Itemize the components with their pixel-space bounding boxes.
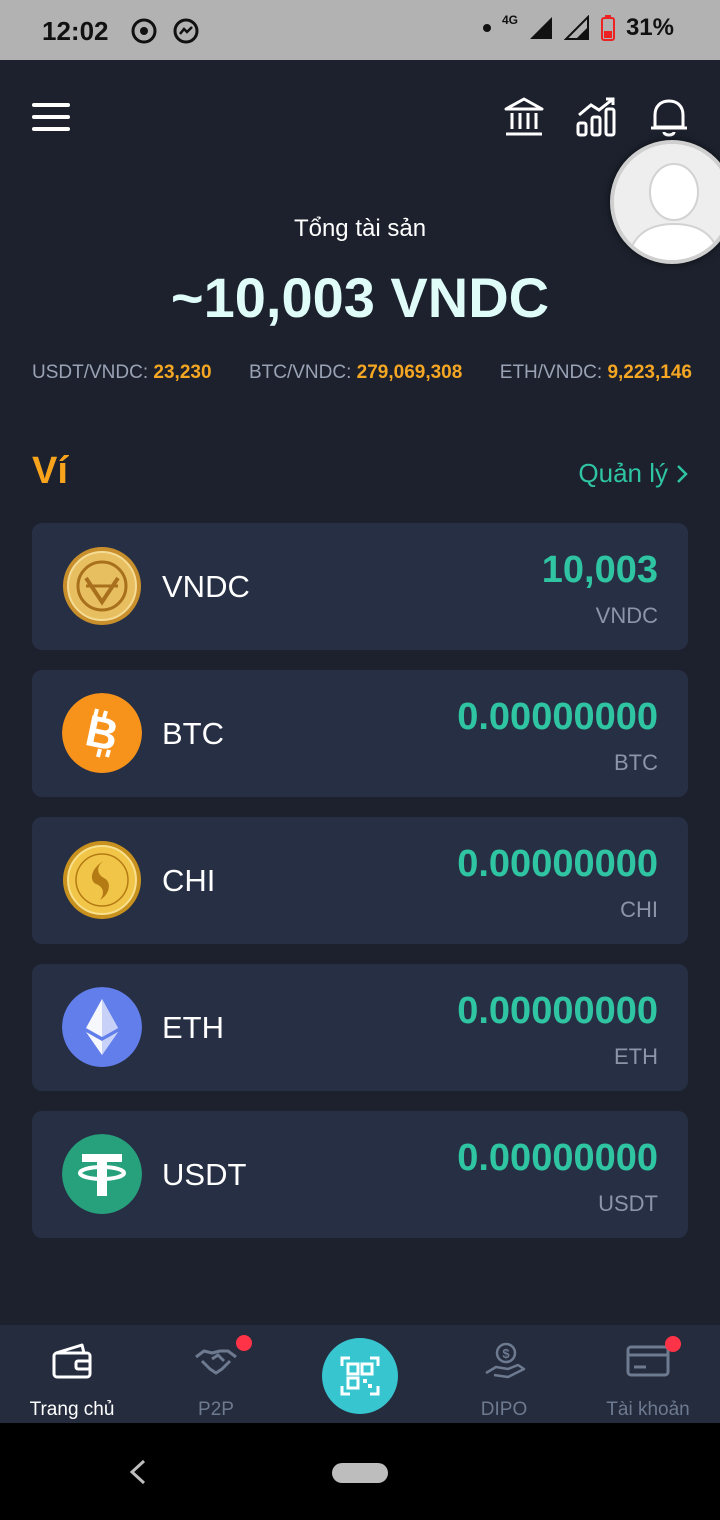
battery-icon xyxy=(600,15,615,41)
nav-account[interactable]: Tài khoản xyxy=(576,1325,720,1423)
card-icon xyxy=(626,1345,670,1377)
dot-icon xyxy=(482,24,491,32)
wallet-item-btc[interactable]: B BTC 0.00000000 BTC xyxy=(32,670,688,797)
rate-value: 279,069,308 xyxy=(356,362,463,383)
handshake-icon xyxy=(195,1349,237,1375)
chevron-right-icon xyxy=(677,464,688,483)
rate-label: USDT/VNDC: xyxy=(32,362,149,383)
manage-label: Quản lý xyxy=(578,458,668,488)
bitcoin-icon: B xyxy=(62,693,142,773)
svg-text:$: $ xyxy=(502,1346,510,1361)
coin-unit: BTC xyxy=(614,750,658,775)
chart-growth-icon[interactable] xyxy=(575,95,619,139)
coin-amount: 0.00000000 xyxy=(457,990,658,1032)
manage-wallet-link[interactable]: Quản lý xyxy=(578,458,688,489)
status-bar: 12:02 4G 31% xyxy=(0,0,720,60)
coin-unit: ETH xyxy=(614,1044,658,1069)
total-assets-label: Tổng tài sản xyxy=(293,215,427,242)
rate-value: 9,223,146 xyxy=(607,362,692,383)
nav-home-label: Trang chủ xyxy=(29,1399,115,1420)
bottom-nav: Trang chủ P2P $ DIPO Tài khoản xyxy=(0,1325,720,1423)
avatar[interactable] xyxy=(610,140,720,264)
coin-unit: USDT xyxy=(598,1191,658,1216)
rate-eth: ETH/VNDC: 9,223,146 xyxy=(500,362,692,384)
rate-btc: BTC/VNDC: 279,069,308 xyxy=(249,362,462,384)
system-nav-bar xyxy=(0,1423,720,1520)
coin-name: BTC xyxy=(162,716,224,751)
chrome-icon xyxy=(131,18,157,44)
coin-unit: CHI xyxy=(620,897,658,922)
coin-name: USDT xyxy=(162,1157,247,1192)
money-hand-icon: $ xyxy=(485,1342,526,1379)
chi-coin-icon xyxy=(63,841,141,919)
nav-dipo[interactable]: $ DIPO xyxy=(432,1325,576,1423)
wallet-item-usdt[interactable]: USDT 0.00000000 USDT xyxy=(32,1111,688,1238)
coin-amount: 0.00000000 xyxy=(457,843,658,885)
wallet-item-eth[interactable]: ETH 0.00000000 ETH xyxy=(32,964,688,1091)
nav-p2p-label: P2P xyxy=(198,1399,234,1420)
vndc-coin-icon xyxy=(63,547,141,625)
bank-icon[interactable] xyxy=(502,95,546,139)
network-type: 4G xyxy=(501,13,518,27)
status-notification-icons xyxy=(130,17,200,45)
app-main: Tổng tài sản ~10,003 VNDC USDT/VNDC: 23,… xyxy=(0,60,720,1325)
wallet-item-vndc[interactable]: VNDC 10,003 VNDC xyxy=(32,523,688,650)
back-icon[interactable] xyxy=(128,1459,148,1485)
coin-name: VNDC xyxy=(162,569,250,604)
ethereum-icon xyxy=(62,987,142,1067)
wallet-title: Ví xyxy=(32,450,68,492)
scan-button[interactable] xyxy=(322,1338,398,1414)
rate-value: 23,230 xyxy=(153,362,212,383)
battery-percent: 31% xyxy=(625,14,674,41)
notification-dot xyxy=(236,1335,252,1351)
rate-label: BTC/VNDC: xyxy=(248,362,352,383)
messenger-icon xyxy=(173,18,199,44)
signal-icon-2 xyxy=(563,15,589,40)
coin-unit: VNDC xyxy=(595,603,658,628)
signal-icon xyxy=(529,17,552,39)
total-assets-value: ~10,003 VNDC xyxy=(170,266,550,329)
tether-icon xyxy=(62,1134,142,1214)
menu-icon[interactable] xyxy=(30,95,74,139)
notification-dot xyxy=(665,1336,681,1352)
bell-icon[interactable] xyxy=(647,95,691,139)
coin-amount: 0.00000000 xyxy=(457,1137,658,1179)
exchange-rates: USDT/VNDC: 23,230 BTC/VNDC: 279,069,308 … xyxy=(32,362,692,384)
rate-label: ETH/VNDC: xyxy=(499,362,603,383)
home-pill[interactable] xyxy=(332,1463,388,1483)
status-time: 12:02 xyxy=(42,16,109,46)
qr-scan-icon xyxy=(340,1356,380,1396)
coin-amount: 10,003 xyxy=(541,549,658,591)
coin-amount: 0.00000000 xyxy=(457,696,658,738)
coin-name: CHI xyxy=(162,863,216,898)
wallet-item-chi[interactable]: CHI 0.00000000 CHI xyxy=(32,817,688,944)
wallet-icon xyxy=(52,1343,92,1379)
nav-p2p[interactable]: P2P xyxy=(144,1325,288,1423)
coin-name: ETH xyxy=(162,1010,224,1045)
status-right-icons: 4G 31% xyxy=(482,13,674,42)
rate-usdt: USDT/VNDC: 23,230 xyxy=(32,362,212,384)
nav-dipo-label: DIPO xyxy=(480,1399,528,1420)
nav-home[interactable]: Trang chủ xyxy=(0,1325,144,1423)
nav-account-label: Tài khoản xyxy=(606,1399,690,1420)
user-silhouette-icon xyxy=(614,144,720,260)
